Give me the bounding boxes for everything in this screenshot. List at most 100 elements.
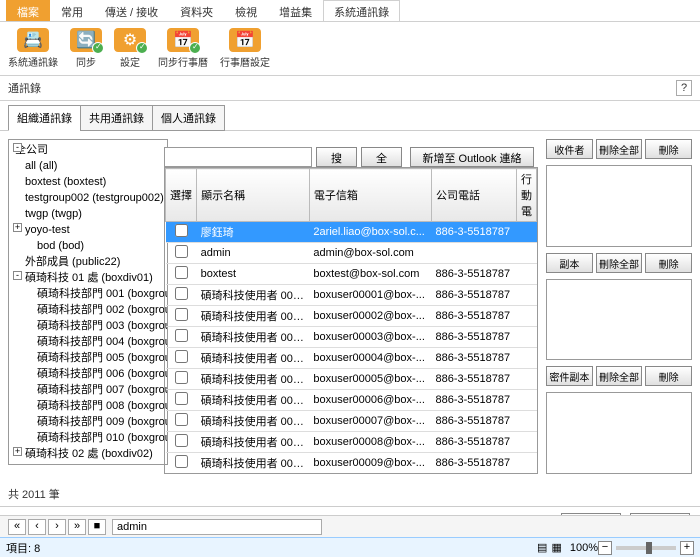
zoom-in-button[interactable]: + <box>680 541 694 555</box>
sys-addr-button[interactable]: 📇系統通訊錄 <box>6 26 60 71</box>
nav-stop-icon[interactable]: ■ <box>88 519 106 535</box>
tree-node[interactable]: bod (bod) <box>11 238 165 254</box>
row-checkbox[interactable] <box>175 224 188 237</box>
remove-bcc-button[interactable]: 刪除 <box>645 366 692 386</box>
cc-list[interactable] <box>546 279 692 361</box>
inner-tab-1[interactable]: 共用通訊錄 <box>80 105 153 131</box>
view-normal-icon[interactable]: ▤ <box>537 541 547 554</box>
row-checkbox[interactable] <box>175 245 188 258</box>
tree-node[interactable]: all (all) <box>11 158 165 174</box>
tree-node[interactable]: twgp (twgp) <box>11 206 165 222</box>
row-checkbox[interactable] <box>175 266 188 279</box>
search-button[interactable]: 搜尋 <box>316 147 357 167</box>
tree-expand-icon[interactable]: + <box>13 223 22 232</box>
remove-recipient-button[interactable]: 刪除 <box>645 139 692 159</box>
tree-node[interactable]: -碩琦科技 01 處 (boxdiv01) <box>11 270 165 286</box>
ribbon-tab-4[interactable]: 增益集 <box>268 0 323 21</box>
row-checkbox[interactable] <box>175 455 188 468</box>
sync-button[interactable]: 🔄同步 <box>68 26 104 71</box>
nav-prev-icon[interactable]: ‹ <box>28 519 46 535</box>
table-row[interactable]: 碩琦科技使用者 00008boxuser00008@box-...886-3-5… <box>166 432 537 453</box>
table-row[interactable]: 碩琦科技使用者 00004boxuser00004@box-...886-3-5… <box>166 348 537 369</box>
grid-header-1[interactable]: 顯示名稱 <box>197 169 310 222</box>
bcc-button[interactable]: 密件副本 <box>546 366 593 386</box>
tree-node[interactable]: +碩琦科技 02 處 (boxdiv02) <box>11 446 165 462</box>
tree-pane[interactable]: -全公司all (all)boxtest (boxtest)testgroup0… <box>8 139 168 465</box>
contacts-grid[interactable]: 選擇顯示名稱電子信箱公司電話行動電 廖鈺琦2ariel.liao@box-sol… <box>164 167 538 474</box>
view-reading-icon[interactable]: ▦ <box>551 541 561 554</box>
tree-expand-icon[interactable]: - <box>13 143 22 152</box>
zoom-slider[interactable] <box>616 546 676 550</box>
add-to-outlook-button[interactable]: 新增至 Outlook 連絡人 <box>410 147 534 167</box>
settings-button[interactable]: ⚙設定 <box>112 26 148 71</box>
inner-tab-2[interactable]: 個人通訊錄 <box>152 105 225 131</box>
table-row[interactable]: 碩琦科技使用者 00002boxuser00002@box-...886-3-5… <box>166 306 537 327</box>
search-input[interactable] <box>164 147 312 167</box>
row-checkbox[interactable] <box>175 413 188 426</box>
select-all-button[interactable]: 全選 <box>361 147 402 167</box>
table-row[interactable]: 碩琦科技使用者 00003boxuser00003@box-...886-3-5… <box>166 327 537 348</box>
ribbon-file-tab[interactable]: 檔案 <box>6 0 50 21</box>
row-checkbox[interactable] <box>175 287 188 300</box>
table-row[interactable]: 碩琦科技使用者 00009boxuser00009@box-...886-3-5… <box>166 453 537 474</box>
row-checkbox[interactable] <box>175 350 188 363</box>
row-checkbox[interactable] <box>175 392 188 405</box>
table-row[interactable]: 碩琦科技使用者 00006boxuser00006@box-...886-3-5… <box>166 390 537 411</box>
row-checkbox[interactable] <box>175 434 188 447</box>
tree-node[interactable]: 碩琦科技部門 007 (boxgroup007) <box>11 382 165 398</box>
nav-first-icon[interactable]: « <box>8 519 26 535</box>
remove-cc-button[interactable]: 刪除 <box>645 253 692 273</box>
cc-button[interactable]: 副本 <box>546 253 593 273</box>
tree-node[interactable]: 碩琦科技部門 005 (boxgroup005) <box>11 350 165 366</box>
ribbon-tab-1[interactable]: 傳送 / 接收 <box>94 0 169 21</box>
grid-header-4[interactable]: 行動電 <box>517 169 537 222</box>
tree-node[interactable]: 碩琦科技部門 009 (boxgroup009) <box>11 414 165 430</box>
inner-tab-0[interactable]: 組織通訊錄 <box>8 105 81 131</box>
cal-settings-button[interactable]: 📅行事曆設定 <box>218 26 272 71</box>
nav-last-icon[interactable]: » <box>68 519 86 535</box>
bcc-list[interactable] <box>546 392 692 474</box>
table-row[interactable]: adminadmin@box-sol.com <box>166 243 537 264</box>
grid-header-3[interactable]: 公司電話 <box>432 169 517 222</box>
tree-node[interactable]: 碩琦科技部門 006 (boxgroup006) <box>11 366 165 382</box>
tree-node[interactable]: testgroup002 (testgroup002) <box>11 190 165 206</box>
tree-node[interactable]: -全公司 <box>11 142 165 158</box>
row-checkbox[interactable] <box>175 308 188 321</box>
sync-cal-button[interactable]: 📅同步行事曆 <box>156 26 210 71</box>
tree-node[interactable]: 碩琦科技部門 008 (boxgroup008) <box>11 398 165 414</box>
tree-node[interactable]: boxtest (boxtest) <box>11 174 165 190</box>
tree-node[interactable]: 碩琦科技部門 002 (boxgroup002) <box>11 302 165 318</box>
table-row[interactable]: 廖鈺琦2ariel.liao@box-sol.c...886-3-5518787 <box>166 222 537 243</box>
table-row[interactable]: 碩琦科技使用者 00007boxuser00007@box-...886-3-5… <box>166 411 537 432</box>
recipient-button[interactable]: 收件者 <box>546 139 593 159</box>
ribbon-tab-0[interactable]: 常用 <box>50 0 94 21</box>
tree-node[interactable]: 碩琦科技部門 004 (boxgroup004) <box>11 334 165 350</box>
recipient-list[interactable] <box>546 165 692 247</box>
remove-all-bcc-button[interactable]: 刪除全部 <box>596 366 643 386</box>
remove-all-cc-button[interactable]: 刪除全部 <box>596 253 643 273</box>
grid-header-0[interactable]: 選擇 <box>166 169 197 222</box>
ribbon-tab-5[interactable]: 系統通訊錄 <box>323 0 400 21</box>
row-checkbox[interactable] <box>175 329 188 342</box>
remove-all-recipient-button[interactable]: 刪除全部 <box>596 139 643 159</box>
cell-email: boxuser00006@box-... <box>309 390 431 411</box>
ribbon-tab-2[interactable]: 資料夾 <box>169 0 224 21</box>
tree-expand-icon[interactable]: - <box>13 271 22 280</box>
table-row[interactable]: boxtestboxtest@box-sol.com886-3-5518787 <box>166 264 537 285</box>
tree-node[interactable]: 碩琦科技部門 003 (boxgroup003) <box>11 318 165 334</box>
tree-node[interactable]: 外部成員 (public22) <box>11 254 165 270</box>
tree-node[interactable]: 碩琦科技部門 001 (boxgroup001) <box>11 286 165 302</box>
tree-node[interactable]: +yoyo-test <box>11 222 165 238</box>
table-row[interactable]: 碩琦科技使用者 00001boxuser00001@box-...886-3-5… <box>166 285 537 306</box>
tree-expand-icon[interactable]: + <box>13 447 22 456</box>
nav-next-icon[interactable]: › <box>48 519 66 535</box>
table-row[interactable]: 碩琦科技使用者 00010boxuser00010@box-...886-3-5… <box>166 474 537 475</box>
grid-header-2[interactable]: 電子信箱 <box>309 169 431 222</box>
table-row[interactable]: 碩琦科技使用者 00005boxuser00005@box-...886-3-5… <box>166 369 537 390</box>
ribbon-tab-3[interactable]: 檢視 <box>224 0 268 21</box>
nav-value-input[interactable] <box>112 519 322 535</box>
zoom-out-button[interactable]: − <box>598 541 612 555</box>
tree-node[interactable]: 碩琦科技部門 010 (boxgroup010) <box>11 430 165 446</box>
help-button[interactable]: ? <box>676 80 692 96</box>
row-checkbox[interactable] <box>175 371 188 384</box>
